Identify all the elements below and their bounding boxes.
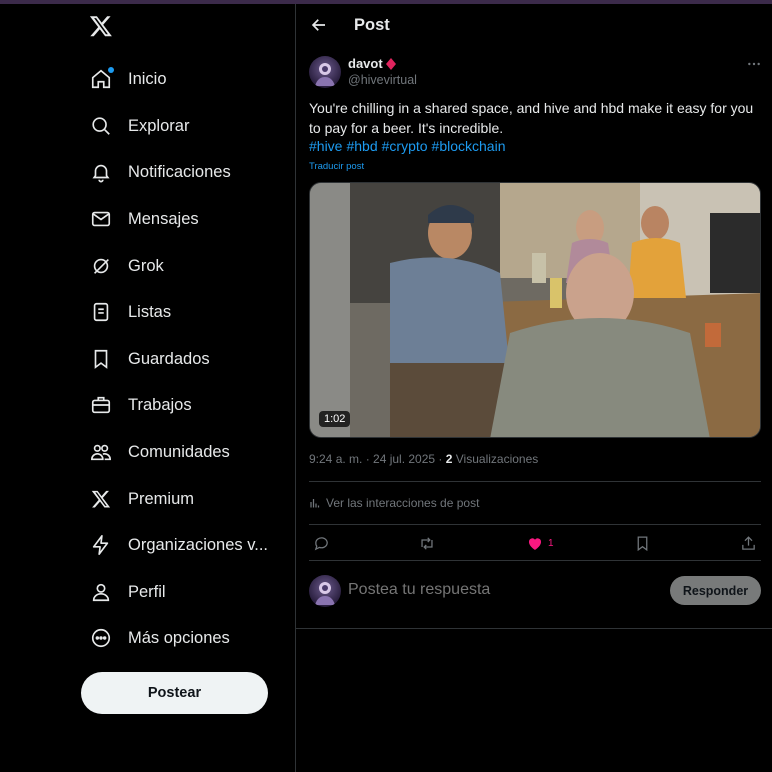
view-interactions-link[interactable]: Ver las interacciones de post bbox=[309, 496, 479, 510]
briefcase-icon bbox=[88, 392, 114, 418]
divider bbox=[309, 524, 761, 525]
like-count: 1 bbox=[548, 537, 554, 549]
heart-filled-icon bbox=[528, 537, 542, 550]
reply-button[interactable] bbox=[313, 534, 330, 552]
page-title: Post bbox=[354, 16, 390, 34]
sidebar-item-label: Guardados bbox=[128, 349, 210, 368]
share-button[interactable] bbox=[740, 534, 757, 552]
repost-button[interactable] bbox=[418, 534, 436, 552]
sidebar-item-notificaciones[interactable]: Notificaciones bbox=[88, 152, 231, 192]
bookmark-icon bbox=[88, 346, 114, 372]
list-icon bbox=[88, 299, 114, 325]
sidebar-item-label: Organizaciones v... bbox=[128, 535, 269, 554]
sidebar-item-explorar[interactable]: Explorar bbox=[88, 106, 189, 146]
sidebar-item-guardados[interactable]: Guardados bbox=[88, 339, 210, 379]
diamond-badge-icon bbox=[385, 57, 396, 70]
hashtag-link[interactable]: #hive bbox=[309, 138, 342, 154]
sidebar-item-label: Listas bbox=[128, 302, 172, 321]
like-button[interactable]: 1 bbox=[526, 534, 554, 552]
page-header: Post bbox=[296, 4, 772, 47]
divider bbox=[309, 481, 761, 482]
analytics-icon bbox=[310, 499, 320, 508]
sidebar-item-perfil[interactable]: Perfil bbox=[88, 572, 166, 612]
sidebar-item-grok[interactable]: Grok bbox=[88, 246, 164, 286]
views-label: Visualizaciones bbox=[452, 452, 539, 466]
hashtag-link[interactable]: #crypto bbox=[382, 138, 428, 154]
sidebar-item-mensajes[interactable]: Mensajes bbox=[88, 199, 199, 239]
bookmark-icon bbox=[637, 535, 648, 551]
home-icon bbox=[88, 66, 114, 92]
more-circle-icon bbox=[88, 625, 114, 651]
video-thumbnail bbox=[310, 183, 760, 437]
reply-submit-button[interactable]: Responder bbox=[670, 576, 761, 605]
sidebar-item-label: Explorar bbox=[128, 116, 190, 135]
more-options-icon[interactable] bbox=[746, 56, 762, 72]
sidebar-item-label: Notificaciones bbox=[128, 162, 231, 181]
post-metadata: 9:24 a. m. · 24 jul. 2025 · 2 Visualizac… bbox=[309, 452, 538, 466]
bell-icon bbox=[88, 159, 114, 185]
sidebar-item-label: Mensajes bbox=[128, 209, 199, 228]
sidebar-item-label: Premium bbox=[128, 489, 195, 508]
sidebar-item-label: Más opciones bbox=[128, 628, 230, 647]
x-logo-icon[interactable] bbox=[89, 14, 115, 40]
translate-link[interactable]: Traducir post bbox=[309, 161, 364, 172]
sidebar-item-label: Grok bbox=[128, 256, 164, 275]
notification-dot bbox=[108, 67, 114, 73]
divider bbox=[309, 560, 761, 561]
sidebar-item-premium[interactable]: Premium bbox=[88, 479, 194, 519]
envelope-icon bbox=[88, 206, 114, 232]
hashtags: #hive #hbd #crypto #blockchain bbox=[309, 138, 509, 154]
divider bbox=[296, 628, 772, 629]
sidebar-item-label: Comunidades bbox=[128, 442, 230, 461]
sidebar-item-listas[interactable]: Listas bbox=[88, 292, 171, 332]
avatar[interactable] bbox=[309, 56, 341, 88]
repost-icon bbox=[421, 536, 433, 550]
hashtag-link[interactable]: #blockchain bbox=[432, 138, 506, 154]
lightning-icon bbox=[88, 532, 114, 558]
grok-icon bbox=[88, 253, 114, 279]
reply-input[interactable] bbox=[348, 581, 648, 599]
sidebar-item-mas-opciones[interactable]: Más opciones bbox=[88, 618, 230, 658]
x-logo-icon bbox=[88, 486, 114, 512]
search-icon bbox=[88, 113, 114, 139]
sidebar-item-trabajos[interactable]: Trabajos bbox=[88, 385, 192, 425]
post-text: You're chilling in a shared space, and h… bbox=[309, 100, 754, 136]
sidebar-item-label: Perfil bbox=[128, 582, 166, 601]
post-detail-column: Post davot @hivevirtual You're chilling … bbox=[295, 4, 772, 772]
video-player[interactable]: 1:02 bbox=[309, 182, 761, 438]
person-icon bbox=[88, 579, 114, 605]
bookmark-button[interactable] bbox=[634, 534, 651, 552]
post-button[interactable]: Postear bbox=[81, 672, 268, 714]
share-icon bbox=[742, 535, 755, 550]
sidebar-item-label: Inicio bbox=[128, 69, 167, 88]
back-arrow-icon[interactable] bbox=[310, 16, 328, 34]
author-name-text: davot bbox=[348, 56, 383, 71]
sidebar-item-label: Trabajos bbox=[128, 395, 192, 414]
post-timestamp[interactable]: 9:24 a. m. · 24 jul. 2025 · bbox=[309, 452, 446, 466]
sidebar-item-organizaciones[interactable]: Organizaciones v... bbox=[88, 525, 268, 565]
video-duration: 1:02 bbox=[319, 411, 351, 427]
sidebar-nav: Inicio Explorar Notificaciones Mensajes … bbox=[0, 4, 295, 772]
author-handle[interactable]: @hivevirtual bbox=[348, 73, 417, 87]
avatar bbox=[309, 575, 341, 607]
people-icon bbox=[88, 439, 114, 465]
reply-icon bbox=[314, 536, 328, 550]
sidebar-item-inicio[interactable]: Inicio bbox=[88, 59, 167, 99]
sidebar-item-comunidades[interactable]: Comunidades bbox=[88, 432, 230, 472]
view-interactions-label: Ver las interacciones de post bbox=[326, 496, 480, 510]
author-name[interactable]: davot bbox=[348, 56, 396, 71]
hashtag-link[interactable]: #hbd bbox=[346, 138, 377, 154]
